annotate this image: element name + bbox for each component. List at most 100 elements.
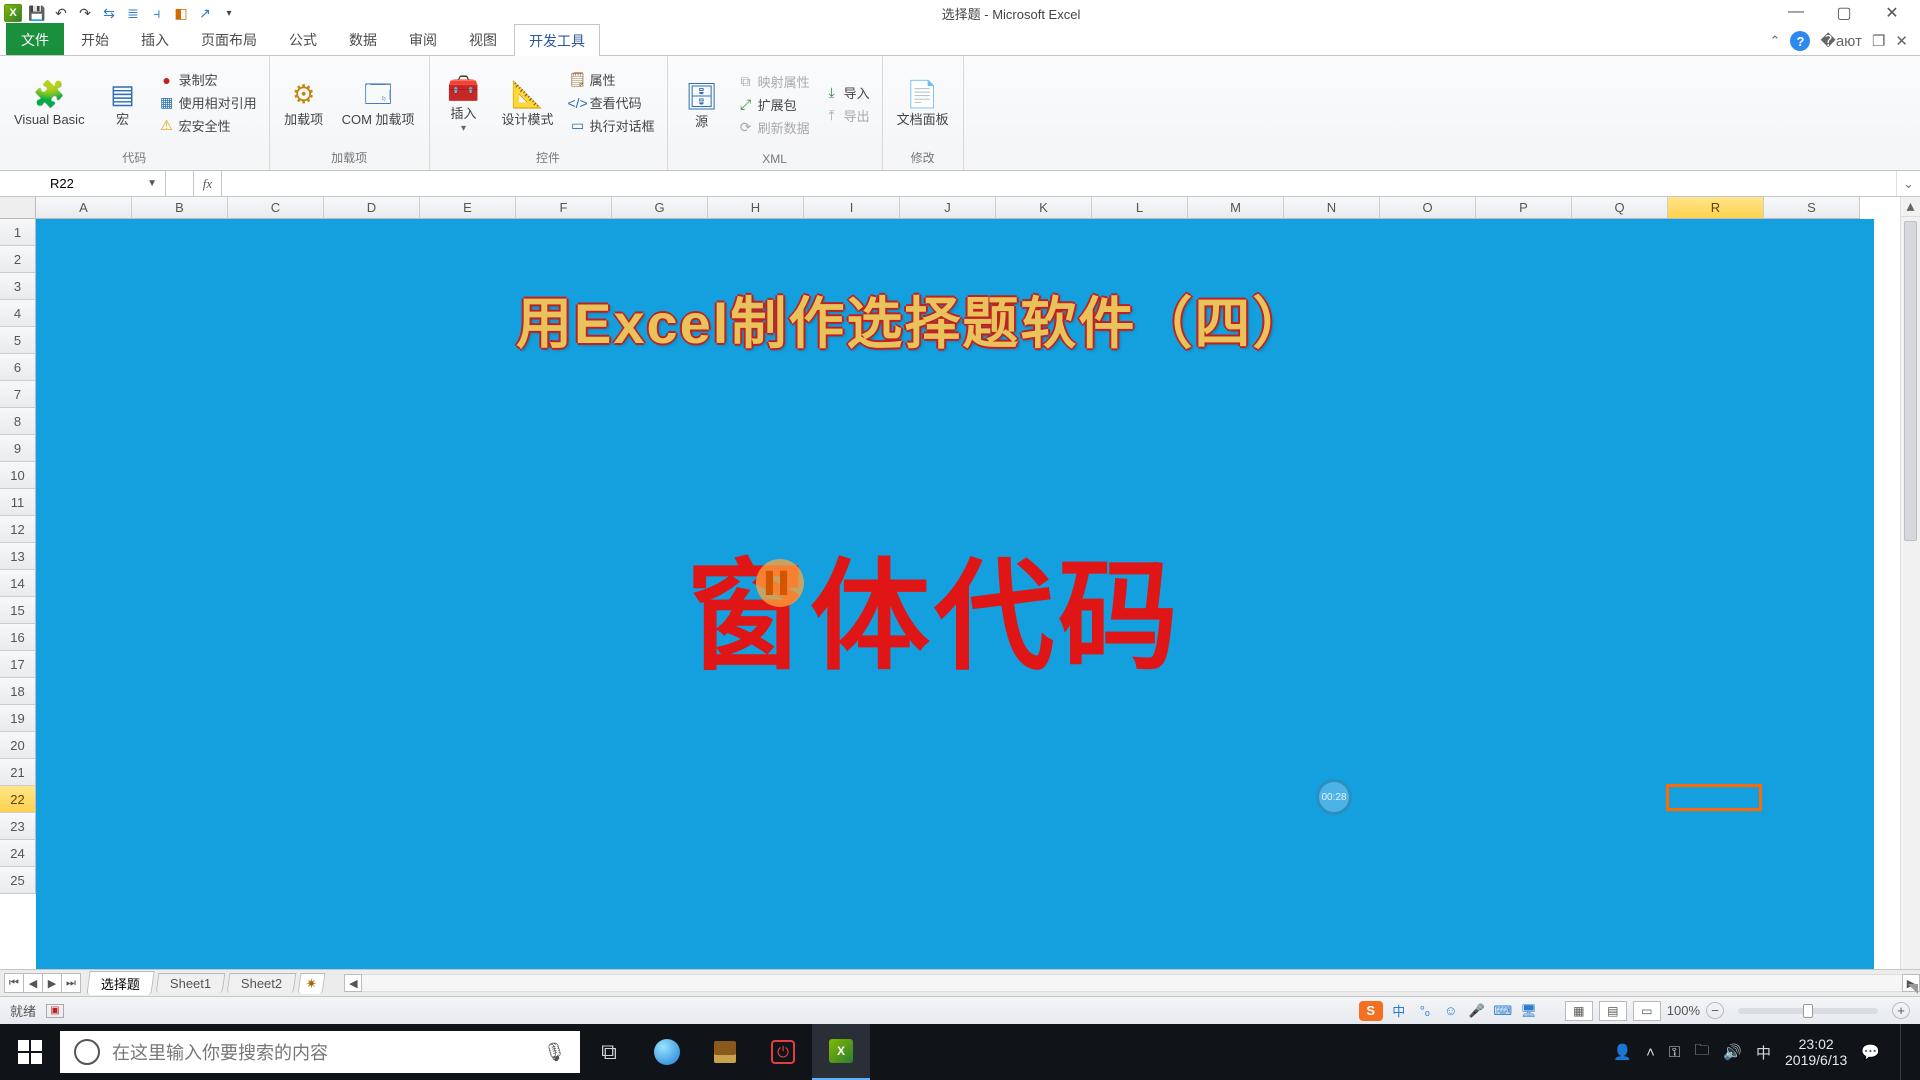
resize-grip-icon[interactable] xyxy=(1908,984,1918,994)
design-mode-button[interactable]: 📐 设计模式 xyxy=(496,75,560,129)
sheet-tab-1[interactable]: Sheet1 xyxy=(156,973,226,993)
ime-item-2[interactable]: ☺ xyxy=(1441,1001,1461,1021)
view-page-break-icon[interactable]: ▭ xyxy=(1633,1001,1661,1021)
tab-home[interactable]: 开始 xyxy=(66,23,124,55)
sheet-tab-2[interactable]: Sheet2 xyxy=(227,973,297,993)
row-header-22[interactable]: 22 xyxy=(0,786,36,813)
qat-save-icon[interactable]: 💾 xyxy=(28,4,46,22)
taskbar-search[interactable]: 在这里输入你要搜索的内容 🎙 xyxy=(60,1031,580,1073)
insert-control-button[interactable]: 🧰 插入 ▾ xyxy=(438,69,490,136)
row-header-25[interactable]: 25 xyxy=(0,867,36,894)
cells-area[interactable]: 用Excel制作选择题软件（四） 窗体代码 ▌▌ 00:28 xyxy=(36,219,1900,969)
tab-page-layout[interactable]: 页面布局 xyxy=(186,23,272,55)
zoom-in-icon[interactable]: + xyxy=(1892,1002,1910,1019)
com-addins-button[interactable]: 🗔 COM 加载项 xyxy=(336,75,421,129)
name-box-dropdown-icon[interactable]: ▼ xyxy=(147,178,157,189)
row-header-5[interactable]: 5 xyxy=(0,327,36,354)
col-header-P[interactable]: P xyxy=(1476,197,1572,219)
ime-item-4[interactable]: ⌨ xyxy=(1493,1001,1513,1021)
col-header-N[interactable]: N xyxy=(1284,197,1380,219)
tab-review[interactable]: 审阅 xyxy=(394,23,452,55)
start-button[interactable] xyxy=(0,1024,60,1080)
maximize-button[interactable]: ▢ xyxy=(1832,3,1856,23)
map-props-button[interactable]: ⧉ 映射属性 xyxy=(734,72,814,91)
xml-export-button[interactable]: ⤒ 导出 xyxy=(820,106,874,125)
taskbar-app-explorer[interactable] xyxy=(696,1024,754,1080)
doc-panel-button[interactable]: 📄 文档面板 xyxy=(891,75,955,129)
tray-people-icon[interactable]: 👤 xyxy=(1613,1043,1632,1061)
col-header-Q[interactable]: Q xyxy=(1572,197,1668,219)
row-header-4[interactable]: 4 xyxy=(0,300,36,327)
col-header-G[interactable]: G xyxy=(612,197,708,219)
row-header-10[interactable]: 10 xyxy=(0,462,36,489)
row-header-17[interactable]: 17 xyxy=(0,651,36,678)
row-header-12[interactable]: 12 xyxy=(0,516,36,543)
mic-icon[interactable]: 🎙 xyxy=(543,1042,566,1063)
minimize-button[interactable]: — xyxy=(1784,3,1808,23)
help-icon[interactable]: ? xyxy=(1790,31,1810,51)
tray-clock[interactable]: 23:02 2019/6/13 xyxy=(1785,1036,1847,1068)
tray-wifi-icon[interactable]: ⚿ xyxy=(1669,1044,1680,1061)
expansion-button[interactable]: ⤢ 扩展包 xyxy=(734,95,814,114)
macros-button[interactable]: ▤ 宏 xyxy=(97,75,149,129)
tab-view[interactable]: 视图 xyxy=(454,23,512,55)
sheet-nav-next-icon[interactable]: ▶ xyxy=(42,973,62,993)
ribbon-collapse-icon[interactable]: ⌃ xyxy=(1770,33,1781,49)
zoom-slider[interactable] xyxy=(1738,1008,1878,1014)
col-header-E[interactable]: E xyxy=(420,197,516,219)
relative-ref-button[interactable]: ▦ 使用相对引用 xyxy=(155,93,261,112)
fx-button[interactable]: fx xyxy=(194,171,222,196)
name-box[interactable]: R22 ▼ xyxy=(0,171,166,196)
qat-custom-3-icon[interactable]: ⫞ xyxy=(148,4,166,22)
row-header-3[interactable]: 3 xyxy=(0,273,36,300)
sheet-nav-prev-icon[interactable]: ◀ xyxy=(23,973,43,993)
row-header-24[interactable]: 24 xyxy=(0,840,36,867)
col-header-S[interactable]: S xyxy=(1764,197,1860,219)
sheet-tab-active[interactable]: 选择题 xyxy=(86,971,154,995)
run-dialog-button[interactable]: ▭ 执行对话框 xyxy=(566,116,659,135)
record-macro-button[interactable]: ● 录制宏 xyxy=(155,70,261,89)
scroll-thumb[interactable] xyxy=(1904,221,1917,541)
view-code-button[interactable]: </> 查看代码 xyxy=(566,93,659,112)
window-restore-icon[interactable]: ❐ xyxy=(1872,32,1885,50)
row-header-7[interactable]: 7 xyxy=(0,381,36,408)
col-header-M[interactable]: M xyxy=(1188,197,1284,219)
action-center-icon[interactable]: 💬 xyxy=(1861,1043,1880,1061)
row-header-18[interactable]: 18 xyxy=(0,678,36,705)
tray-overflow-icon[interactable]: ˄ xyxy=(1646,1044,1655,1061)
tab-file[interactable]: 文件 xyxy=(6,23,64,55)
ime-item-3[interactable]: 🎤 xyxy=(1467,1001,1487,1021)
macro-security-button[interactable]: ⚠ 宏安全性 xyxy=(155,116,261,135)
qat-custom-2-icon[interactable]: ≣ xyxy=(124,4,142,22)
row-header-23[interactable]: 23 xyxy=(0,813,36,840)
zoom-value[interactable]: 100% xyxy=(1667,1003,1700,1018)
task-view-button[interactable]: ⧉ xyxy=(580,1024,638,1080)
col-header-D[interactable]: D xyxy=(324,197,420,219)
excel-app-icon[interactable] xyxy=(4,4,22,22)
worksheet-grid[interactable]: ABCDEFGHIJKLMNOPQRS 12345678910111213141… xyxy=(0,197,1920,969)
select-all-corner[interactable] xyxy=(0,197,36,219)
view-page-layout-icon[interactable]: ▤ xyxy=(1599,1001,1627,1021)
qat-custom-4-icon[interactable]: ◧ xyxy=(172,4,190,22)
visual-basic-button[interactable]: 🧩 Visual Basic xyxy=(8,75,91,129)
row-header-11[interactable]: 11 xyxy=(0,489,36,516)
tray-volume-icon[interactable]: 🔊 xyxy=(1723,1043,1742,1061)
macro-record-status-icon[interactable]: ▣ xyxy=(46,1004,64,1018)
col-header-O[interactable]: O xyxy=(1380,197,1476,219)
qat-dropdown-icon[interactable]: ▾ xyxy=(220,4,238,22)
ribbon-minimize-icon[interactable]: �ают xyxy=(1820,32,1862,50)
tray-battery-icon[interactable]: 🗀 xyxy=(1694,1040,1709,1065)
show-desktop-button[interactable] xyxy=(1900,1024,1910,1080)
zoom-out-icon[interactable]: − xyxy=(1706,1002,1724,1019)
col-header-R[interactable]: R xyxy=(1668,197,1764,219)
taskbar-app-excel[interactable]: X xyxy=(812,1024,870,1080)
row-header-14[interactable]: 14 xyxy=(0,570,36,597)
sheet-nav-last-icon[interactable]: ⏭ xyxy=(61,973,81,993)
row-header-15[interactable]: 15 xyxy=(0,597,36,624)
ime-item-5[interactable]: 🖥 xyxy=(1519,1001,1539,1021)
qat-custom-1-icon[interactable]: ⇆ xyxy=(100,4,118,22)
row-header-20[interactable]: 20 xyxy=(0,732,36,759)
sheet-nav-first-icon[interactable]: ⏮ xyxy=(4,973,24,993)
vertical-scrollbar[interactable]: ▴ xyxy=(1900,197,1920,969)
tray-ime-indicator[interactable]: 中 xyxy=(1756,1042,1771,1063)
